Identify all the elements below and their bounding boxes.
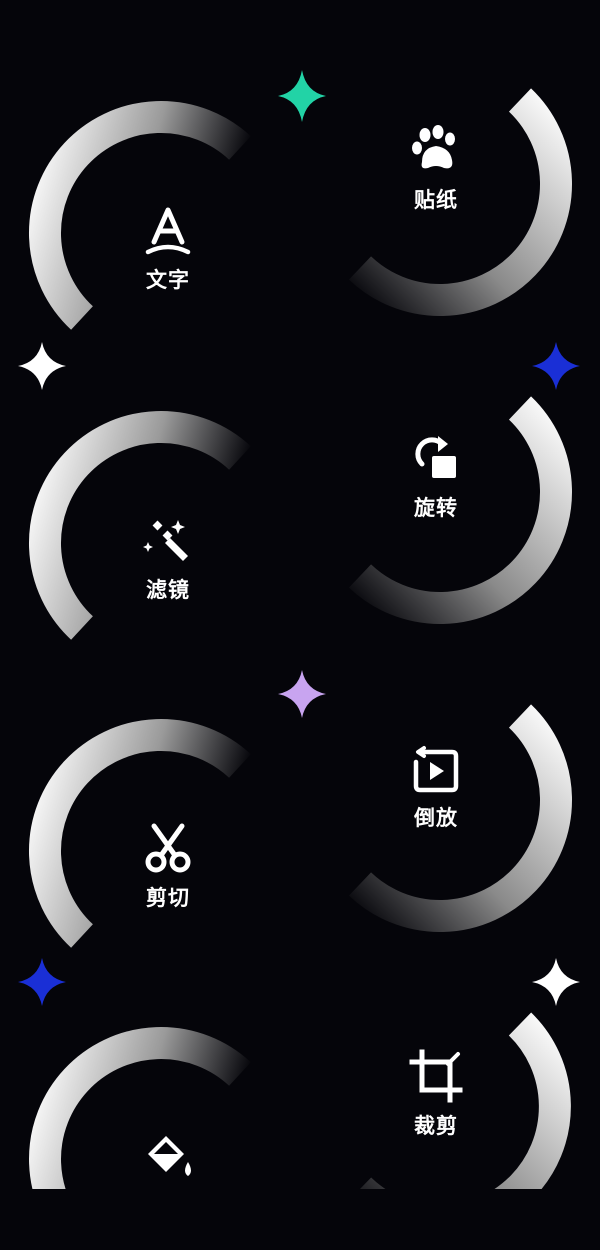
reverse-tool-label: 倒放 <box>414 806 458 830</box>
sparkle-green <box>278 70 326 122</box>
sparkle-white-left <box>18 342 66 390</box>
reverse-tool-button[interactable]: 倒放 <box>376 740 496 860</box>
sticker-tool-label: 贴纸 <box>414 188 458 212</box>
paw-icon <box>404 122 468 178</box>
sticker-tool-button[interactable]: 贴纸 <box>376 122 496 242</box>
crop-icon <box>404 1048 468 1104</box>
rotate-tool-label: 旋转 <box>414 496 458 520</box>
crop-tool-button[interactable]: 裁剪 <box>376 1048 496 1168</box>
cut-tool-label: 剪切 <box>146 886 190 910</box>
decorations <box>18 70 580 1189</box>
sparkle-blue-left <box>18 958 66 1006</box>
paint-bucket-icon <box>136 1130 200 1186</box>
sparkle-purple <box>278 670 326 718</box>
text-tool-button[interactable]: 文字 <box>108 202 228 322</box>
tool-menu-screen: 文字 贴纸 滤镜 旋转 剪切 倒放 裁剪 <box>0 0 600 1189</box>
scissors-icon <box>136 820 200 876</box>
rotate-icon <box>404 430 468 486</box>
sparkle-white-right <box>532 958 580 1006</box>
crop-tool-label: 裁剪 <box>414 1114 458 1138</box>
filter-tool-label: 滤镜 <box>146 578 190 602</box>
magic-wand-icon <box>136 512 200 568</box>
rotate-tool-button[interactable]: 旋转 <box>376 430 496 550</box>
sparkle-blue-right <box>532 342 580 390</box>
cut-tool-button[interactable]: 剪切 <box>108 820 228 940</box>
text-a-icon <box>136 202 200 258</box>
text-tool-label: 文字 <box>146 268 190 292</box>
filter-tool-button[interactable]: 滤镜 <box>108 512 228 632</box>
fill-tool-button[interactable] <box>108 1130 228 1250</box>
reverse-play-icon <box>404 740 468 796</box>
